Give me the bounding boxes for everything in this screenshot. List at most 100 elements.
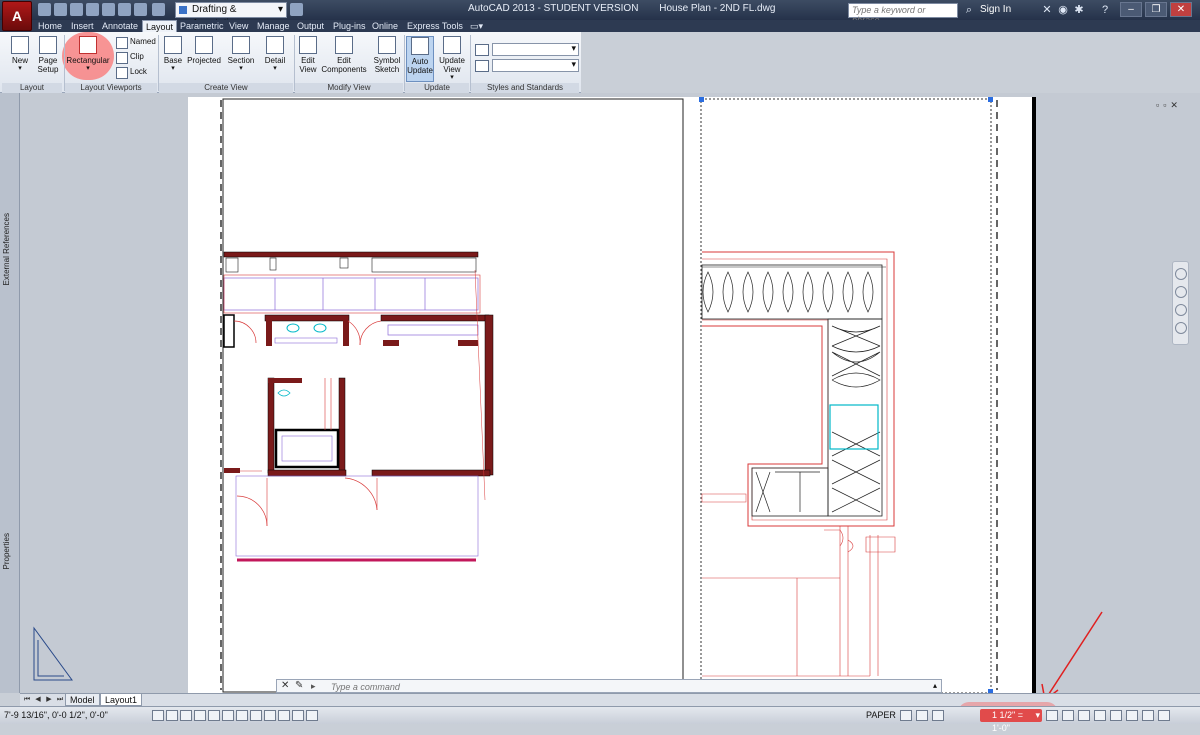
lineweight-toggle[interactable] — [292, 710, 304, 721]
properties-palette[interactable]: Properties — [2, 533, 11, 569]
transparency-toggle[interactable] — [306, 710, 318, 721]
tab-output[interactable]: Output — [297, 20, 324, 32]
tab-express-tools[interactable]: Express Tools — [407, 20, 463, 32]
help-icon[interactable]: ? — [1098, 3, 1112, 17]
prev-tab-icon[interactable]: ◀ — [33, 695, 43, 705]
rectangular-viewport-button[interactable]: Rectangular ▾ — [66, 36, 110, 72]
lock-viewport-button[interactable]: Lock — [116, 66, 147, 79]
orbit-icon[interactable] — [1174, 322, 1187, 334]
clean-screen-icon[interactable] — [1158, 710, 1170, 721]
maximize-viewport-icon[interactable] — [900, 710, 912, 721]
edit-components-button[interactable]: Edit Components — [321, 36, 367, 74]
tab-view[interactable]: View — [229, 20, 248, 32]
snap-toggle[interactable] — [166, 710, 178, 721]
chevron-up-icon[interactable]: ▴ — [933, 680, 937, 692]
workspace-dropdown[interactable]: Drafting & Annotation — [175, 2, 287, 29]
command-input[interactable] — [331, 681, 891, 692]
search-icon[interactable]: ⌕ — [962, 3, 976, 17]
redo-icon[interactable] — [134, 3, 147, 16]
quick-view-icon[interactable] — [932, 710, 944, 721]
tab-model[interactable]: Model — [65, 694, 100, 706]
tab-layout1[interactable]: Layout1 — [100, 694, 143, 706]
tab-manage[interactable]: Manage — [257, 20, 290, 32]
wrench-icon[interactable]: ✎ — [295, 680, 303, 692]
view-style-dropdown[interactable] — [492, 43, 579, 56]
close-button[interactable]: ✕ — [1170, 2, 1192, 17]
update-view-button[interactable]: Update View ▾ — [438, 36, 466, 81]
exchange-icon[interactable]: ✕ — [1040, 3, 1054, 17]
annotation-visibility-icon[interactable] — [1046, 710, 1058, 721]
workspace-switching-icon[interactable] — [1078, 710, 1090, 721]
new-layout-button[interactable]: New ▾ — [8, 36, 32, 72]
viewport-right-selected[interactable] — [700, 98, 992, 693]
restore-button[interactable]: ❐ — [1145, 2, 1167, 17]
tab-online[interactable]: Online — [372, 20, 398, 32]
save-icon[interactable] — [54, 3, 67, 16]
paper-space-toggle[interactable]: PAPER — [866, 710, 896, 720]
status-menu-icon[interactable] — [1142, 710, 1154, 721]
save-as-icon[interactable] — [70, 3, 83, 16]
projected-view-button[interactable]: Projected — [186, 36, 222, 65]
close-icon[interactable]: ✕ — [281, 680, 289, 692]
command-line[interactable]: ✕ ✎ ▸ ▴ — [276, 679, 942, 693]
zoom-icon[interactable] — [1174, 304, 1187, 316]
edit-view-button[interactable]: Edit View — [297, 36, 319, 74]
named-viewports-button[interactable]: Named — [116, 36, 156, 49]
print-icon[interactable] — [102, 3, 115, 16]
quick-access-extra-icon[interactable] — [290, 3, 303, 16]
dyn-toggle[interactable] — [278, 710, 290, 721]
first-tab-icon[interactable]: ⏮ — [22, 695, 32, 705]
search-input[interactable]: Type a keyword or phrase — [848, 3, 958, 25]
symbol-sketch-button[interactable]: Symbol Sketch — [372, 36, 402, 74]
lock-ui-icon[interactable] — [1094, 710, 1106, 721]
pan-icon[interactable] — [1174, 286, 1187, 298]
hardware-acceleration-icon[interactable] — [1110, 710, 1122, 721]
tab-plug-ins[interactable]: Plug-ins — [333, 20, 366, 32]
infer-constraints-toggle[interactable] — [152, 710, 164, 721]
viewport-left[interactable] — [222, 98, 684, 693]
command-prompt-icon[interactable]: ▸ — [311, 681, 316, 692]
tab-layout[interactable]: Layout — [142, 20, 178, 32]
undo-icon[interactable] — [118, 3, 131, 16]
external-references-palette[interactable]: External References — [2, 213, 11, 285]
ortho-toggle[interactable] — [194, 710, 206, 721]
layout-viewport-icon[interactable] — [916, 710, 928, 721]
viewport-scale-dropdown[interactable]: 1 1/2" = 1'-0" — [980, 709, 1042, 733]
polar-toggle[interactable] — [208, 710, 220, 721]
navigation-bar[interactable] — [1172, 261, 1189, 345]
otrack-toggle[interactable] — [250, 710, 262, 721]
drawing-svg[interactable] — [0, 93, 1200, 693]
ribbon-minimize-icon[interactable]: ▭▾ — [470, 20, 483, 32]
sign-in-link[interactable]: Sign In — [980, 4, 1011, 15]
detail-view-button[interactable]: Detail ▾ — [262, 36, 288, 72]
ducs-toggle[interactable] — [264, 710, 276, 721]
grid-toggle[interactable] — [180, 710, 192, 721]
tab-parametric[interactable]: Parametric — [180, 20, 224, 32]
clip-viewport-button[interactable]: Clip — [116, 51, 144, 64]
plot-icon[interactable] — [86, 3, 99, 16]
tab-home[interactable]: Home — [38, 20, 62, 32]
open-icon[interactable] — [38, 3, 51, 16]
tab-annotate[interactable]: Annotate — [102, 20, 138, 32]
viewport-controls[interactable]: ▫▫✕ — [1156, 100, 1182, 111]
paper-shadow — [1032, 97, 1036, 693]
section-view-button[interactable]: Section ▾ — [226, 36, 256, 72]
cart-icon[interactable]: ◉ — [1056, 3, 1070, 17]
isolate-objects-icon[interactable] — [1126, 710, 1138, 721]
steering-wheel-icon[interactable] — [1174, 268, 1187, 280]
grip[interactable] — [699, 97, 704, 102]
connect-icon[interactable]: ✱ — [1072, 3, 1086, 17]
minimize-button[interactable]: – — [1120, 2, 1142, 17]
base-view-button[interactable]: Base ▾ — [162, 36, 184, 72]
next-tab-icon[interactable]: ▶ — [44, 695, 54, 705]
3d-osnap-toggle[interactable] — [236, 710, 248, 721]
grip[interactable] — [988, 97, 993, 102]
osnap-toggle[interactable] — [222, 710, 234, 721]
page-setup-button[interactable]: Page Setup — [34, 36, 62, 74]
tab-insert[interactable]: Insert — [71, 20, 94, 32]
autoscale-icon[interactable] — [1062, 710, 1074, 721]
last-tab-icon[interactable]: ⏭ — [55, 695, 65, 705]
section-style-dropdown[interactable] — [492, 59, 579, 72]
application-menu-button[interactable]: A — [2, 1, 32, 31]
auto-update-button[interactable]: Auto Update — [406, 36, 434, 82]
